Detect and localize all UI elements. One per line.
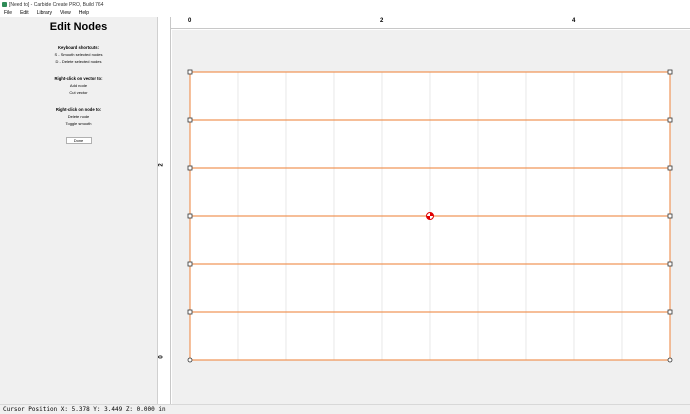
done-button[interactable]: Done [65, 137, 92, 144]
edit-nodes-panel: Edit Nodes Keyboard shortcuts: S - Smoot… [0, 17, 158, 404]
ruler-y-label-0: 0 [158, 355, 165, 359]
horizontal-ruler: 0 2 4 [171, 17, 690, 29]
node-rightclick-section: Right-click on node to: Delete node Togg… [0, 107, 157, 127]
panel-title: Edit Nodes [49, 21, 108, 33]
ruler-x-label-0: 0 [188, 18, 192, 24]
section-line: Toggle smooth [65, 121, 92, 126]
canvas-svg[interactable] [172, 30, 690, 404]
title-bar: [Need to] - Carbide Create PRO, Build 76… [0, 0, 690, 9]
menu-file[interactable]: File [0, 10, 16, 16]
vector-rightclick-section: Right-click on vector to: Add node Cut v… [0, 76, 157, 96]
section-line: Delete node [67, 114, 90, 119]
menu-library[interactable]: Library [33, 10, 56, 16]
menu-edit[interactable]: Edit [16, 10, 33, 16]
cursor-position: Cursor Position X: 5.378 Y: 3.449 Z: 0.0… [3, 406, 166, 413]
section-line: D - Delete selected nodes [55, 59, 102, 64]
section-line: Cut vector [69, 90, 88, 95]
app-icon [2, 2, 7, 7]
ruler-x-label-4: 4 [572, 18, 576, 24]
menu-bar: File Edit Library View Help [0, 9, 690, 17]
center-marker-icon [426, 212, 434, 220]
section-line: S - Smooth selected nodes [54, 52, 103, 57]
menu-help[interactable]: Help [75, 10, 93, 16]
keyboard-shortcuts-section: Keyboard shortcuts: S - Smooth selected … [0, 45, 157, 65]
window-title: [Need to] - Carbide Create PRO, Build 76… [9, 1, 104, 8]
ruler-x-label-2: 2 [380, 18, 384, 24]
design-canvas[interactable] [172, 30, 690, 404]
menu-view[interactable]: View [56, 10, 75, 16]
vertical-ruler: 2 0 [159, 17, 171, 404]
ruler-y-label-2: 2 [158, 163, 165, 167]
status-bar: Cursor Position X: 5.378 Y: 3.449 Z: 0.0… [0, 404, 690, 414]
section-line: Add node [69, 83, 88, 88]
